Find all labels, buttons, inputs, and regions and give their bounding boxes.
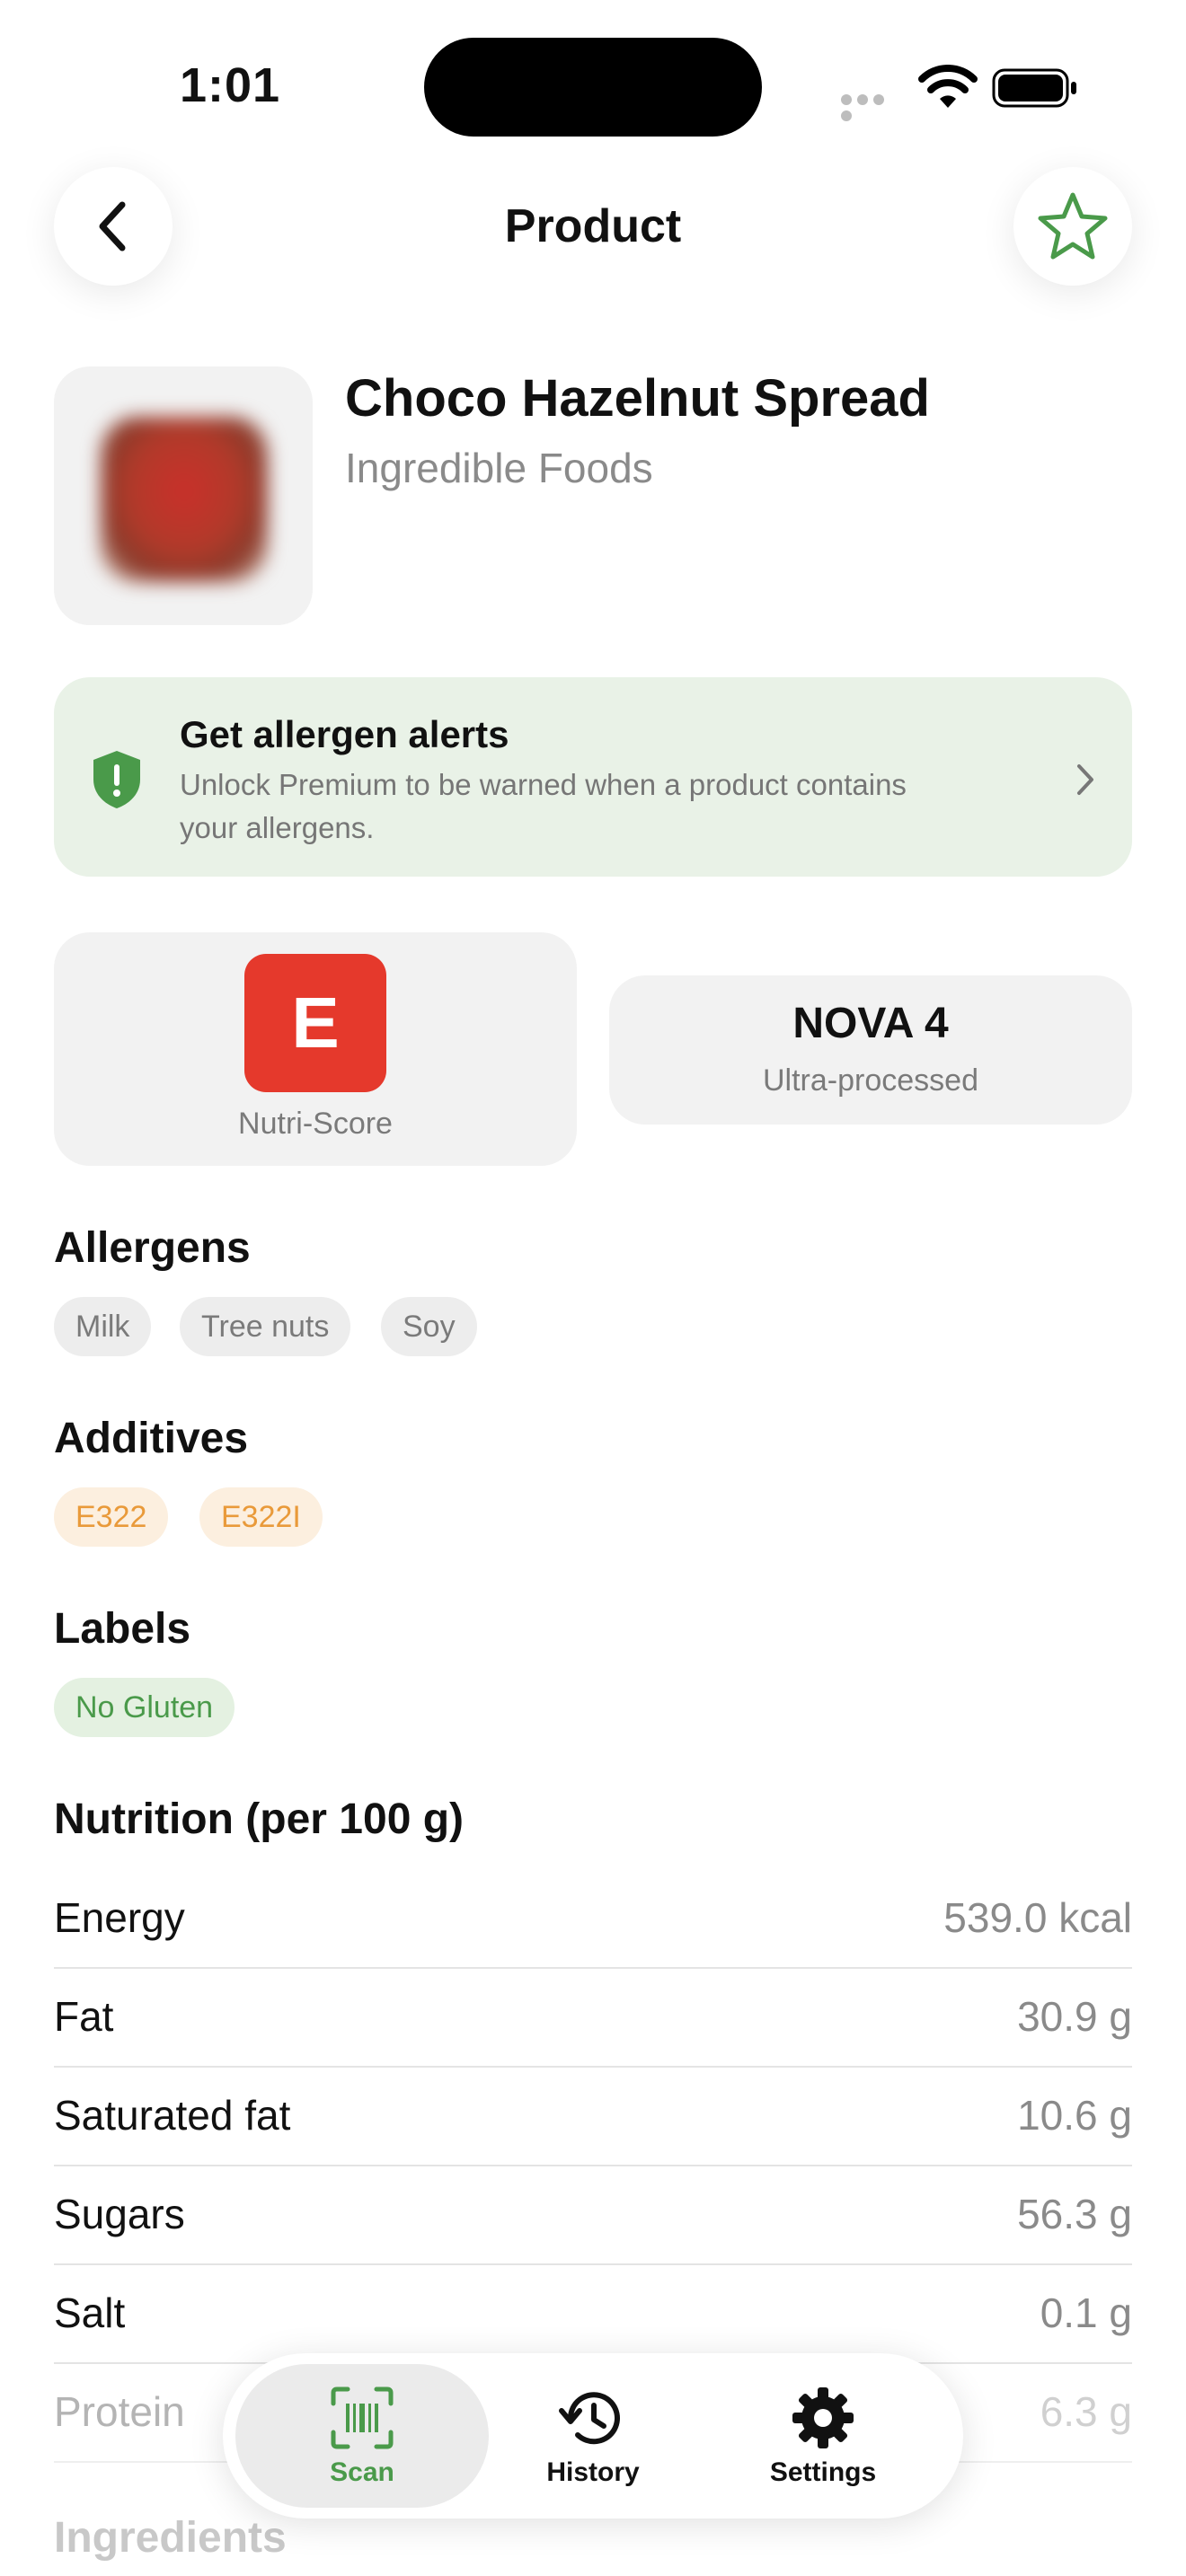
nutrient-name: Saturated fat — [54, 2092, 291, 2139]
nutri-score-grade: E — [244, 954, 386, 1092]
nutrition-row: Sugars 56.3 g — [54, 2165, 1132, 2265]
wifi-icon — [918, 65, 978, 114]
labels-title: Labels — [54, 1605, 191, 1653]
banner-text: Unlock Premium to be warned when a produ… — [180, 768, 907, 844]
nutrient-value: 30.9 g — [1017, 1993, 1132, 2040]
product-name: Choco Hazelnut Spread — [345, 369, 930, 428]
nutrition-row: Energy 539.0 kcal — [54, 1868, 1132, 1969]
additives-title: Additives — [54, 1415, 249, 1462]
star-icon — [1038, 192, 1108, 260]
barcode-scan-icon — [331, 2386, 394, 2449]
allergen-chip: Milk — [54, 1297, 152, 1356]
nutrient-value: 56.3 g — [1017, 2191, 1132, 2237]
gear-icon — [792, 2387, 854, 2448]
tab-history-label: History — [546, 2457, 640, 2487]
nova-card — [609, 975, 1132, 1125]
dynamic-island — [424, 38, 762, 137]
nutrient-name: Energy — [54, 1894, 185, 1941]
nutrient-value: 10.6 g — [1017, 2092, 1132, 2139]
product-image — [54, 366, 313, 625]
allergens-title: Allergens — [54, 1224, 251, 1272]
nutrient-value: 539.0 kcal — [943, 1894, 1132, 1941]
nutrition-row: Saturated fat 10.6 g — [54, 2066, 1132, 2166]
nutrient-value: 0.1 g — [1040, 2289, 1132, 2336]
favorite-button[interactable] — [1013, 167, 1132, 286]
history-icon — [559, 2392, 620, 2445]
additive-chip[interactable]: E322 — [54, 1487, 169, 1547]
nutrient-name: Protein — [54, 2388, 185, 2435]
nutrient-value: 6.3 g — [1040, 2388, 1132, 2435]
status-time: 1:01 — [180, 58, 281, 112]
tab-history[interactable]: History — [503, 2377, 683, 2488]
allergen-chip: Soy — [381, 1297, 477, 1356]
nutrition-title: Nutrition (per 100 g) — [54, 1795, 465, 1843]
banner-title: Get allergen alerts — [180, 713, 509, 755]
nutrition-row: Fat 30.9 g — [54, 1967, 1132, 2068]
nutrient-name: Salt — [54, 2289, 126, 2336]
tab-settings-label: Settings — [769, 2457, 877, 2487]
nutrient-name: Sugars — [54, 2191, 185, 2237]
label-chip: No Gluten — [54, 1678, 235, 1737]
additive-chip[interactable]: E322I — [199, 1487, 323, 1547]
battery-icon — [992, 68, 1078, 112]
tab-scan[interactable]: Scan — [272, 2377, 452, 2488]
nutri-score-label: Nutri-Score — [238, 1107, 393, 1141]
shield-alert-icon — [90, 749, 144, 815]
allergen-chip: Tree nuts — [180, 1297, 351, 1356]
nutrition-row: Salt 0.1 g — [54, 2263, 1132, 2364]
nova-description: Ultra-processed — [763, 1063, 978, 1098]
tab-scan-label: Scan — [330, 2457, 394, 2487]
ingredients-title: Ingredients — [54, 2514, 287, 2562]
page-title: Product — [504, 200, 682, 252]
chevron-right-icon — [1075, 762, 1096, 802]
product-brand: Ingredible Foods — [345, 445, 653, 491]
cellular-signal-icon — [841, 93, 902, 121]
nutrient-name: Fat — [54, 1993, 114, 2040]
nova-group: NOVA 4 — [792, 1000, 949, 1047]
tab-settings[interactable]: Settings — [733, 2377, 913, 2488]
